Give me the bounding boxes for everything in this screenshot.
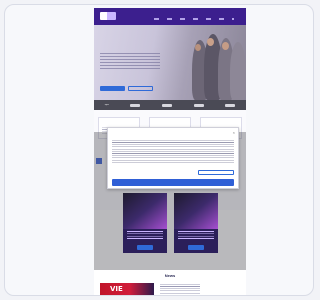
cookie-settings-button[interactable]	[198, 170, 234, 175]
site-logo[interactable]	[100, 12, 116, 20]
partner-logo	[162, 103, 173, 107]
partner-logo	[193, 103, 204, 107]
promo-image	[123, 193, 167, 229]
partner-logo: sync	[104, 104, 109, 106]
close-icon[interactable]: ×	[233, 130, 235, 135]
promo-image	[174, 193, 218, 229]
hero-description	[100, 53, 160, 71]
promo-card	[123, 193, 167, 253]
hero-secondary-button[interactable]	[128, 86, 153, 91]
news-image[interactable]: VIE	[100, 283, 154, 295]
screenshot-frame: sync News VIE ×	[4, 4, 314, 296]
hero-primary-button[interactable]	[100, 86, 125, 91]
partner-logo	[130, 103, 141, 107]
promo-caption	[178, 231, 214, 239]
promo-card	[174, 193, 218, 253]
cookie-consent-dialog: ×	[107, 127, 239, 189]
promo-button[interactable]	[188, 245, 204, 250]
top-navigation	[94, 8, 246, 25]
news-text	[160, 284, 200, 294]
cookie-dialog-text	[112, 140, 234, 164]
partner-logo-strip: sync	[94, 100, 246, 110]
partner-logo	[225, 103, 236, 107]
hero-banner	[94, 25, 246, 100]
cookie-accept-button[interactable]	[112, 179, 234, 186]
hero-people-image	[186, 30, 246, 100]
nav-links-row	[154, 18, 234, 20]
news-image-caption: VIE	[110, 285, 123, 293]
promo-caption	[127, 231, 163, 239]
news-heading: News	[164, 273, 176, 278]
promo-button[interactable]	[137, 245, 153, 250]
